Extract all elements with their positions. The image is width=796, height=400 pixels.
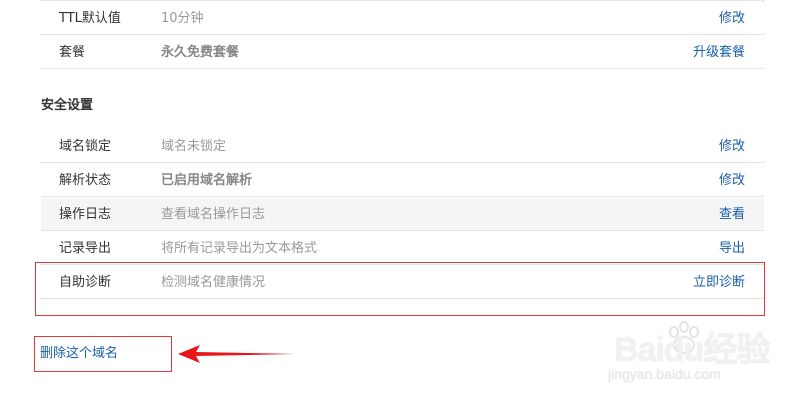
row-label: 域名锁定 (59, 139, 112, 154)
delete-domain-link[interactable]: 删除这个域名 (40, 344, 118, 364)
divider (41, 0, 764, 1)
diagnosis-highlight-box (35, 262, 765, 316)
row-label: 解析状态 (59, 173, 112, 188)
row-label: 记录导出 (59, 241, 112, 256)
upgrade-plan-link[interactable]: 升级套餐 (693, 36, 745, 69)
section-title-security: 安全设置 (41, 98, 94, 113)
row-value: 已启用域名解析 (161, 173, 253, 188)
modify-ttl-link[interactable]: 修改 (719, 2, 745, 35)
row-label: 操作日志 (59, 207, 112, 222)
row-value: 将所有记录导出为文本格式 (161, 241, 318, 256)
modify-resolve-link[interactable]: 修改 (719, 164, 745, 197)
export-link[interactable]: 导出 (719, 232, 745, 265)
row-value: 域名未锁定 (161, 139, 227, 154)
security-row-domain-lock: 域名锁定 域名未锁定 修改 (41, 130, 764, 163)
security-row-resolve-status: 解析状态 已启用域名解析 修改 (41, 164, 764, 197)
watermark-brand: Baidu经验 (614, 331, 770, 369)
view-log-link[interactable]: 查看 (719, 198, 745, 231)
modify-lock-link[interactable]: 修改 (719, 130, 745, 163)
row-value: 永久免费套餐 (161, 45, 240, 60)
baidu-jingyan-watermark: Baidu经验 jingyan.baidu.com (596, 318, 776, 388)
row-value: 10分钟 (161, 11, 204, 26)
settings-row-ttl: TTL默认值 10分钟 修改 (41, 2, 764, 35)
security-row-operation-log: 操作日志 查看域名操作日志 查看 (41, 198, 764, 231)
row-label: TTL默认值 (59, 11, 121, 26)
domain-settings-page: TTL默认值 10分钟 修改 套餐 永久免费套餐 升级套餐 安全设置 域名锁定 … (0, 0, 796, 400)
row-value: 查看域名操作日志 (161, 207, 266, 222)
watermark-url: jingyan.baidu.com (608, 366, 721, 382)
row-label: 套餐 (59, 45, 86, 60)
annotation-arrow-icon (178, 345, 296, 363)
settings-row-plan: 套餐 永久免费套餐 升级套餐 (41, 36, 764, 69)
security-row-record-export: 记录导出 将所有记录导出为文本格式 导出 (41, 232, 764, 265)
